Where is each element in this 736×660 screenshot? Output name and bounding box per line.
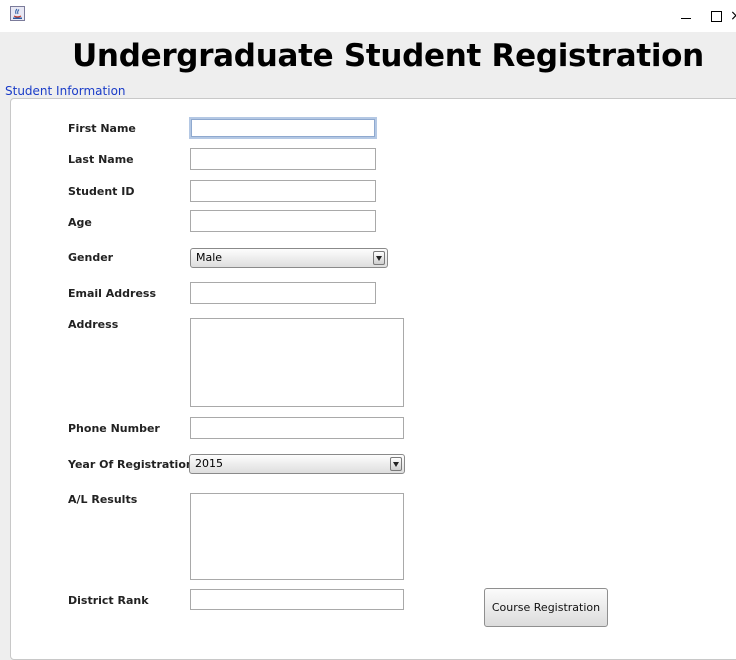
last-name-label: Last Name — [68, 153, 134, 166]
email-address-label: Email Address — [68, 287, 157, 300]
window-title-bar: × — [0, 0, 736, 32]
course-registration-button[interactable]: Course Registration — [484, 588, 608, 627]
panel-legend: Student Information — [5, 84, 126, 98]
year-of-registration-select[interactable]: 2015 — [189, 454, 405, 474]
gender-select[interactable]: Male — [190, 248, 388, 268]
gender-label: Gender — [68, 251, 114, 264]
address-label: Address — [68, 318, 119, 331]
page-title: Undergraduate Student Registration — [72, 38, 704, 74]
al-results-label: A/L Results — [68, 493, 138, 506]
maximize-icon — [710, 10, 722, 22]
district-rank-input[interactable] — [190, 589, 404, 610]
age-input[interactable] — [190, 210, 376, 232]
close-button[interactable]: × — [730, 5, 736, 27]
email-address-input[interactable] — [190, 282, 376, 304]
minimize-icon — [681, 17, 691, 19]
al-results-textarea[interactable] — [190, 493, 404, 580]
district-rank-label: District Rank — [68, 594, 149, 607]
age-label: Age — [68, 216, 92, 229]
gender-selected-value: Male — [196, 251, 223, 264]
address-textarea[interactable] — [190, 318, 404, 407]
first-name-input[interactable] — [189, 117, 377, 139]
close-icon: × — [730, 8, 736, 24]
year-of-registration-label: Year Of Registration — [68, 458, 194, 471]
minimize-button[interactable] — [671, 5, 701, 27]
chevron-down-icon — [390, 457, 402, 471]
phone-number-label: Phone Number — [68, 422, 160, 435]
student-id-input[interactable] — [190, 180, 376, 202]
maximize-button[interactable] — [701, 5, 731, 27]
phone-number-input[interactable] — [190, 417, 404, 439]
first-name-label: First Name — [68, 122, 136, 135]
year-selected-value: 2015 — [195, 457, 223, 470]
chevron-down-icon — [373, 251, 385, 265]
java-app-icon — [10, 6, 25, 21]
last-name-input[interactable] — [190, 148, 376, 170]
student-id-label: Student ID — [68, 185, 135, 198]
